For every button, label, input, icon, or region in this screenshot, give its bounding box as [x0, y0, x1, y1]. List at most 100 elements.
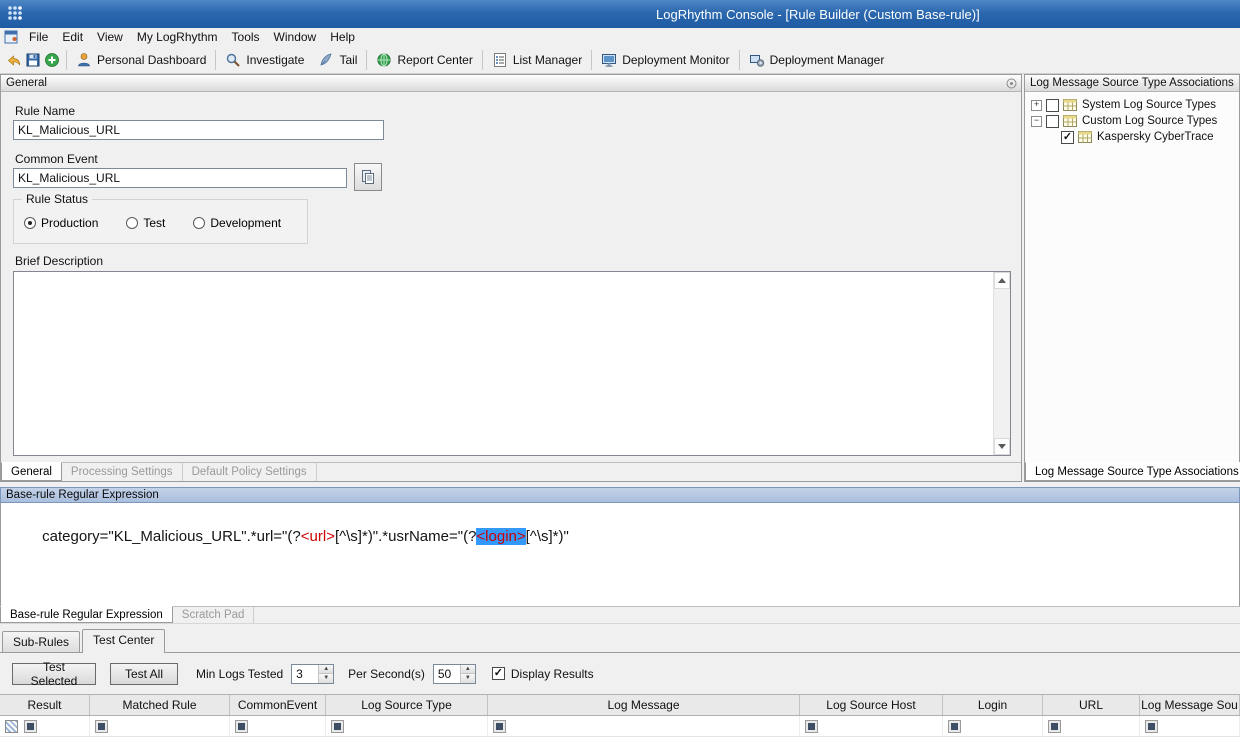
menu-help[interactable]: Help [323, 28, 362, 46]
stepper-down-icon[interactable]: ▼ [461, 674, 475, 683]
common-event-browse-button[interactable] [354, 163, 382, 191]
child-window-icon[interactable] [4, 30, 18, 44]
cell-url[interactable] [1043, 716, 1140, 736]
expand-plus-icon[interactable] [1031, 100, 1042, 111]
stepper-up-icon[interactable]: ▲ [319, 665, 333, 675]
menu-my-logrhythm[interactable]: My LogRhythm [130, 28, 225, 46]
personal-dashboard-button[interactable]: Personal Dashboard [69, 48, 213, 72]
general-panel-header: General [1, 75, 1021, 92]
column-header-log-message-source[interactable]: Log Message Sou [1140, 695, 1240, 715]
radio-test-label: Test [143, 216, 165, 230]
panel-options-icon[interactable] [1006, 78, 1017, 89]
test-all-button[interactable]: Test All [110, 663, 178, 685]
brief-description-textarea[interactable] [13, 271, 1011, 456]
table-row[interactable] [0, 716, 1240, 737]
indeterminate-checkbox-icon[interactable] [948, 720, 961, 733]
scroll-down-icon[interactable] [994, 438, 1010, 455]
tree-item-system-log-source-types[interactable]: System Log Source Types [1031, 97, 1239, 113]
column-header-log-message[interactable]: Log Message [488, 695, 800, 715]
radio-development-circle[interactable] [193, 217, 205, 229]
menu-window[interactable]: Window [267, 28, 324, 46]
save-icon[interactable] [25, 52, 41, 68]
undo-icon[interactable] [6, 52, 22, 68]
radio-production-circle[interactable] [24, 217, 36, 229]
column-header-log-source-type[interactable]: Log Source Type [326, 695, 488, 715]
cell-matched-rule[interactable] [90, 716, 230, 736]
add-icon[interactable] [44, 52, 60, 68]
min-logs-value[interactable]: 3 [292, 665, 318, 683]
cell-login[interactable] [943, 716, 1043, 736]
column-header-matched-rule[interactable]: Matched Rule [90, 695, 230, 715]
tab-general[interactable]: General [1, 462, 62, 481]
column-header-log-source-host[interactable]: Log Source Host [800, 695, 943, 715]
cell-commonevent[interactable] [230, 716, 326, 736]
grid-header-row: Result Matched Rule CommonEvent Log Sour… [0, 694, 1240, 716]
investigate-button[interactable]: Investigate [218, 48, 311, 72]
deployment-gear-icon [749, 52, 765, 68]
indeterminate-checkbox-icon[interactable] [1048, 720, 1061, 733]
display-results-checkbox[interactable] [492, 667, 505, 680]
tab-log-message-source-type-associations[interactable]: Log Message Source Type Associations [1025, 462, 1240, 481]
checkbox-kaspersky-cybertrace[interactable] [1061, 131, 1074, 144]
column-header-commonevent[interactable]: CommonEvent [230, 695, 326, 715]
deployment-monitor-button[interactable]: Deployment Monitor [594, 48, 736, 72]
regex-editor[interactable]: category="KL_Malicious_URL".*url="(?<url… [0, 503, 1240, 606]
deployment-manager-button[interactable]: Deployment Manager [742, 48, 892, 72]
tab-test-center[interactable]: Test Center [82, 629, 165, 653]
quill-icon [318, 52, 334, 68]
regex-group-url: <url> [301, 528, 335, 545]
test-selected-button[interactable]: Test Selected [12, 663, 96, 685]
tab-sub-rules[interactable]: Sub-Rules [2, 631, 80, 653]
stepper-up-icon[interactable]: ▲ [461, 665, 475, 675]
cell-log-message[interactable] [488, 716, 800, 736]
cell-log-source-host[interactable] [800, 716, 943, 736]
menu-edit[interactable]: Edit [55, 28, 90, 46]
column-header-login[interactable]: Login [943, 695, 1043, 715]
tail-button[interactable]: Tail [311, 48, 364, 72]
radio-test-circle[interactable] [126, 217, 138, 229]
tree-item-kaspersky-cybertrace[interactable]: Kaspersky CyberTrace [1031, 129, 1239, 145]
min-logs-stepper[interactable]: 3 ▲▼ [291, 664, 334, 684]
radio-development[interactable]: Development [193, 216, 281, 230]
collapse-minus-icon[interactable] [1031, 116, 1042, 127]
cell-log-source-type[interactable] [326, 716, 488, 736]
indeterminate-checkbox-icon[interactable] [24, 720, 37, 733]
associations-panel-header: Log Message Source Type Associations [1025, 75, 1239, 92]
column-header-url[interactable]: URL [1043, 695, 1140, 715]
cell-log-message-source[interactable] [1140, 716, 1240, 736]
indeterminate-checkbox-icon[interactable] [1145, 720, 1158, 733]
per-seconds-value[interactable]: 50 [434, 665, 460, 683]
per-seconds-stepper[interactable]: 50 ▲▼ [433, 664, 476, 684]
indeterminate-checkbox-icon[interactable] [493, 720, 506, 733]
common-event-input[interactable] [13, 168, 347, 188]
list-manager-button[interactable]: List Manager [485, 48, 589, 72]
stepper-down-icon[interactable]: ▼ [319, 674, 333, 683]
tab-processing-settings[interactable]: Processing Settings [62, 463, 183, 481]
indeterminate-checkbox-icon[interactable] [95, 720, 108, 733]
indeterminate-checkbox-icon[interactable] [805, 720, 818, 733]
tab-scratch-pad[interactable]: Scratch Pad [173, 607, 255, 623]
tab-base-rule-regular-expression[interactable]: Base-rule Regular Expression [0, 606, 173, 623]
rule-name-input[interactable] [13, 120, 384, 140]
menu-tools[interactable]: Tools [225, 28, 267, 46]
general-panel-body: Rule Name Common Event Rule Status Produ… [1, 92, 1021, 462]
list-manager-label: List Manager [513, 53, 582, 67]
row-selector-icon[interactable] [5, 720, 18, 733]
regex-panel-title: Base-rule Regular Expression [6, 489, 159, 501]
menu-view[interactable]: View [90, 28, 130, 46]
checkbox-custom-log-source-types[interactable] [1046, 115, 1059, 128]
indeterminate-checkbox-icon[interactable] [235, 720, 248, 733]
radio-test[interactable]: Test [126, 216, 165, 230]
menu-file[interactable]: File [22, 28, 55, 46]
scroll-up-icon[interactable] [994, 272, 1010, 289]
description-scrollbar[interactable] [993, 272, 1010, 455]
general-panel-title: General [6, 77, 47, 89]
tree-item-custom-log-source-types[interactable]: Custom Log Source Types [1031, 113, 1239, 129]
indeterminate-checkbox-icon[interactable] [331, 720, 344, 733]
column-header-result[interactable]: Result [0, 695, 90, 715]
cell-result[interactable] [0, 716, 90, 736]
report-center-button[interactable]: Report Center [369, 48, 479, 72]
tab-default-policy-settings[interactable]: Default Policy Settings [183, 463, 317, 481]
radio-production[interactable]: Production [24, 216, 98, 230]
checkbox-system-log-source-types[interactable] [1046, 99, 1059, 112]
